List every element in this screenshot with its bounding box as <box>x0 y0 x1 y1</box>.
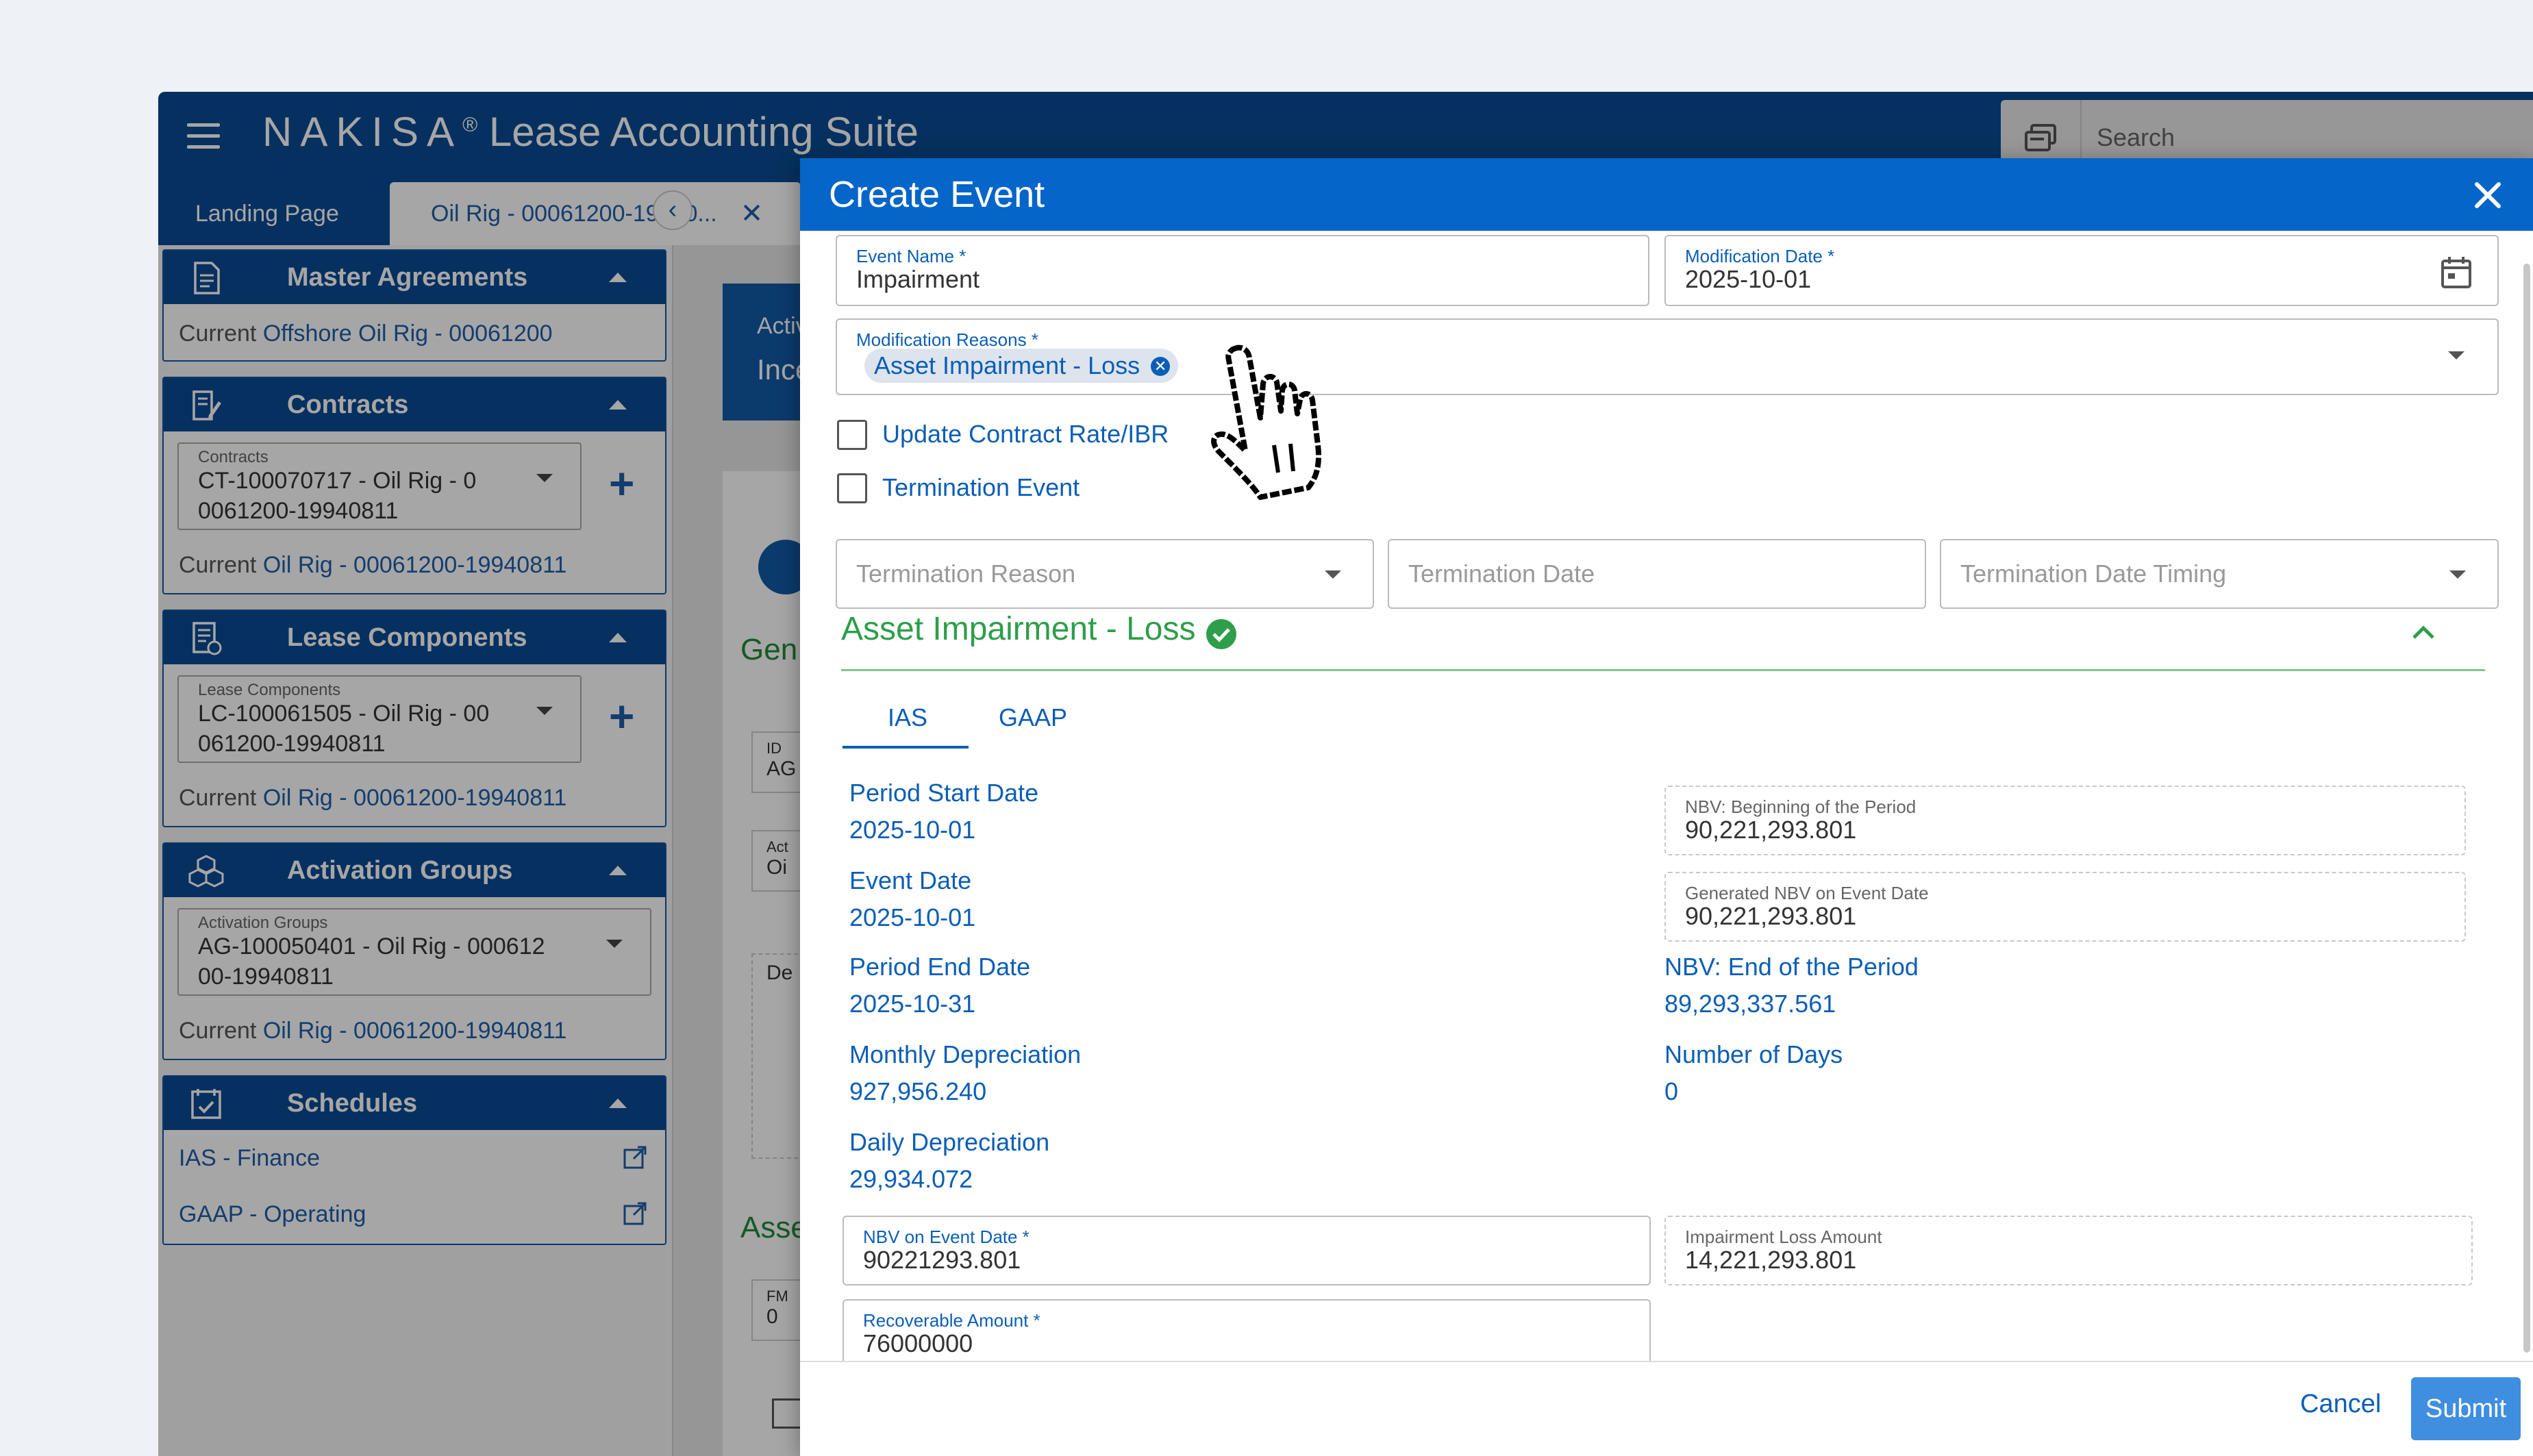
generated-nbv-field: Generated NBV on Event Date 90,221,293.8… <box>1664 872 2466 942</box>
update-contract-rate-label[interactable]: Update Contract Rate/IBR <box>882 420 1169 449</box>
period-start-date-value: 2025-10-01 <box>849 816 976 844</box>
period-start-date-label: Period Start Date <box>849 779 1039 807</box>
number-of-days-label: Number of Days <box>1664 1040 1843 1068</box>
modification-reasons-field[interactable]: Modification Reasons * Asset Impairment … <box>836 318 2499 395</box>
event-date-value: 2025-10-01 <box>849 903 976 931</box>
calendar-icon[interactable] <box>2440 255 2473 290</box>
dialog-header: Create Event <box>800 158 2533 231</box>
dialog-body: Event Name * Impairment Modification Dat… <box>800 231 2533 1361</box>
termination-reason-select[interactable]: Termination Reason <box>836 539 1374 609</box>
hand-cursor-icon <box>1211 344 1321 500</box>
event-date-label: Event Date <box>849 866 972 894</box>
cancel-button[interactable]: Cancel <box>2300 1390 2381 1419</box>
reason-chip[interactable]: Asset Impairment - Loss ✕ <box>864 349 1179 383</box>
termination-event-label[interactable]: Termination Event <box>882 473 1080 502</box>
close-icon[interactable] <box>2469 176 2507 214</box>
number-of-days-value: 0 <box>1664 1077 1679 1105</box>
section-divider <box>841 669 2485 671</box>
nbv-beginning-field: NBV: Beginning of the Period 90,221,293.… <box>1664 786 2466 855</box>
update-contract-rate-checkbox[interactable] <box>837 420 867 450</box>
submit-button[interactable]: Submit <box>2411 1377 2521 1440</box>
dialog-title: Create Event <box>829 174 1045 215</box>
nbv-end-value: 89,293,337.561 <box>1664 990 1836 1018</box>
monthly-depreciation-label: Monthly Depreciation <box>849 1040 1082 1068</box>
scrollbar[interactable] <box>2523 264 2530 1353</box>
chevron-down-icon[interactable] <box>2448 351 2465 360</box>
dialog-footer: Cancel Submit <box>800 1361 2533 1456</box>
chevron-down-icon <box>1325 570 1341 579</box>
daily-depreciation-value: 29,934.072 <box>849 1165 973 1193</box>
termination-event-checkbox[interactable] <box>837 473 867 503</box>
termination-date-timing-select[interactable]: Termination Date Timing <box>1940 539 2499 609</box>
event-name-field[interactable]: Event Name * Impairment <box>836 235 1649 306</box>
impairment-loss-amount-field: Impairment Loss Amount 14,221,293.801 <box>1664 1216 2473 1285</box>
nbv-end-label: NBV: End of the Period <box>1664 953 1919 981</box>
period-end-date-value: 2025-10-31 <box>849 990 976 1018</box>
recoverable-amount-field[interactable]: Recoverable Amount * 76000000 <box>843 1299 1651 1361</box>
monthly-depreciation-value: 927,956.240 <box>849 1077 987 1105</box>
subtab-gaap[interactable]: GAAP <box>999 703 1067 732</box>
daily-depreciation-label: Daily Depreciation <box>849 1128 1050 1156</box>
nbv-on-event-date-field[interactable]: NBV on Event Date * 90221293.801 <box>843 1216 1651 1285</box>
period-end-date-label: Period End Date <box>849 953 1031 981</box>
impairment-section-title[interactable]: Asset Impairment - Loss <box>841 610 1196 648</box>
remove-chip-icon[interactable]: ✕ <box>1151 357 1171 376</box>
modification-date-field[interactable]: Modification Date * 2025-10-01 <box>1664 235 2499 306</box>
termination-date-field[interactable]: Termination Date <box>1388 539 1926 609</box>
check-circle-icon <box>1206 619 1236 649</box>
active-subtab-indicator <box>843 746 969 749</box>
subtab-ias[interactable]: IAS <box>888 703 927 732</box>
chevron-up-icon[interactable] <box>2411 624 2436 640</box>
create-event-dialog: Create Event Event Name * Impairment Mod… <box>800 158 2533 1456</box>
chevron-down-icon <box>2449 570 2466 579</box>
